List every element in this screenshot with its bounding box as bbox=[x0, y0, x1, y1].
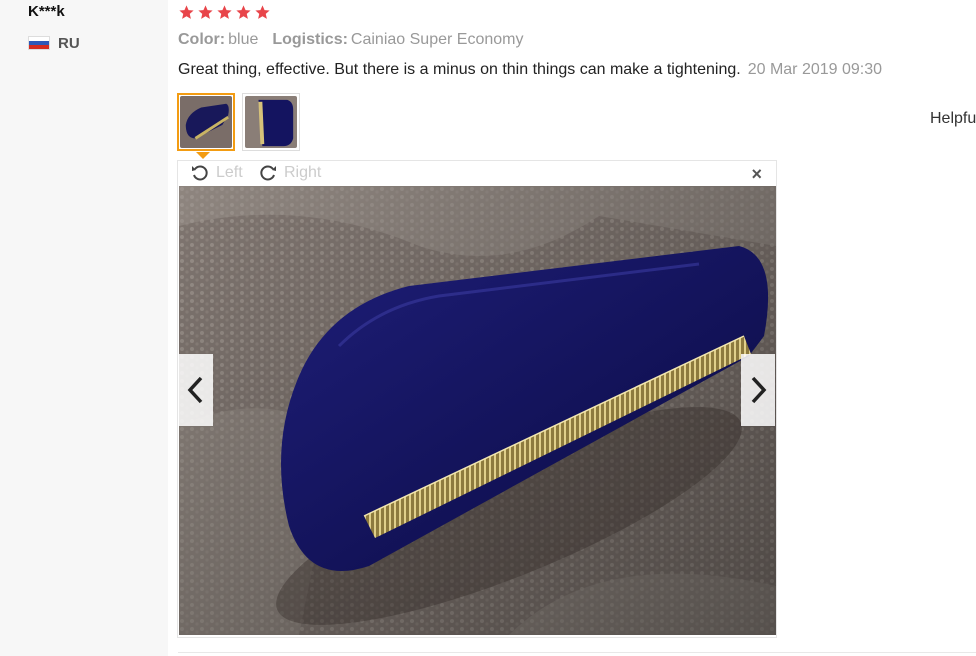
helpful-label[interactable]: Helpfu bbox=[930, 110, 976, 128]
russia-flag-icon bbox=[28, 36, 50, 50]
chevron-right-icon bbox=[751, 376, 767, 404]
review-text-row: Great thing, effective. But there is a m… bbox=[178, 61, 882, 79]
review-photo-image bbox=[179, 186, 776, 635]
rotate-left-icon bbox=[192, 165, 208, 181]
chevron-left-icon bbox=[187, 376, 203, 404]
rotate-left-label: Left bbox=[216, 164, 243, 181]
rotate-right-icon bbox=[260, 165, 276, 181]
thumbnail-photo-2[interactable] bbox=[242, 93, 300, 151]
close-icon[interactable]: × bbox=[751, 165, 762, 183]
review-thumbnails bbox=[177, 93, 300, 151]
review-photo bbox=[179, 186, 776, 635]
photo-viewer: Left Right × bbox=[177, 160, 777, 638]
next-photo-button[interactable] bbox=[741, 354, 775, 426]
viewer-toolbar: Left Right × bbox=[178, 161, 776, 187]
thumbnail-photo-1[interactable] bbox=[177, 93, 235, 151]
previous-photo-button[interactable] bbox=[179, 354, 213, 426]
color-value: blue bbox=[228, 31, 259, 48]
reviewer-column: K***k RU bbox=[0, 0, 168, 656]
star-icon bbox=[198, 5, 213, 19]
review-date: 20 Mar 2019 09:30 bbox=[747, 61, 883, 78]
color-label: Color: bbox=[178, 31, 226, 48]
star-rating bbox=[178, 4, 271, 24]
star-icon bbox=[179, 5, 194, 19]
active-thumbnail-caret bbox=[196, 152, 210, 159]
divider bbox=[178, 652, 976, 653]
order-meta: Color: blue Logistics: Cainiao Super Econom… bbox=[178, 31, 523, 49]
star-icon bbox=[236, 5, 251, 19]
thumbnail-image bbox=[245, 96, 297, 148]
star-icon bbox=[217, 5, 232, 19]
rotate-right-label: Right bbox=[284, 164, 322, 181]
rotate-left-button[interactable]: Left bbox=[190, 163, 243, 183]
review-text: Great thing, effective. But there is a m… bbox=[178, 61, 741, 78]
logistics-value: Cainiao Super Economy bbox=[350, 31, 524, 48]
reviewer-country: RU bbox=[58, 35, 80, 52]
reviewer-name: K***k bbox=[28, 3, 65, 20]
logistics-label: Logistics: bbox=[272, 31, 348, 48]
thumbnail-image bbox=[180, 96, 232, 148]
star-icon bbox=[255, 5, 270, 19]
rotate-right-button[interactable]: Right bbox=[258, 163, 321, 183]
